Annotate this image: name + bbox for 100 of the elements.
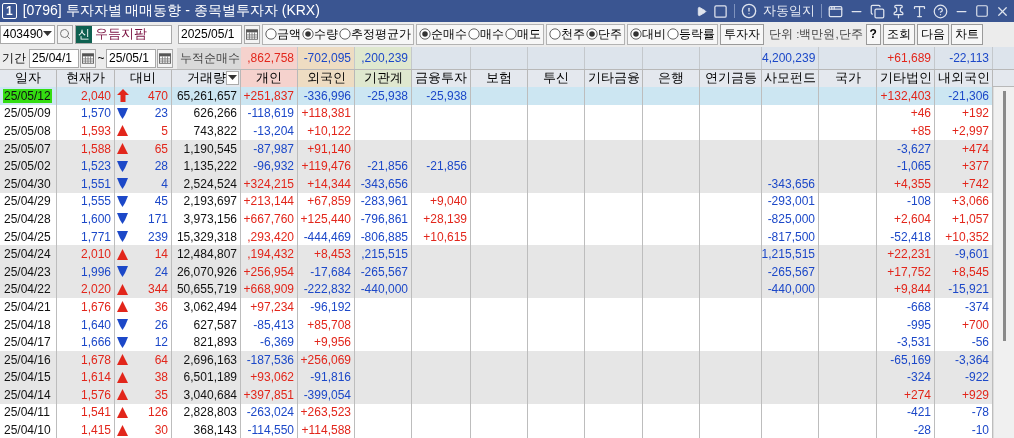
action-button[interactable]: 다음: [916, 23, 949, 45]
date-cell[interactable]: 25/04/30: [3, 176, 52, 191]
scroll-thumb[interactable]: [1002, 91, 1006, 341]
search-button[interactable]: [57, 24, 73, 44]
radio-label[interactable]: 추정평균가: [351, 26, 411, 42]
radio-label[interactable]: 금액: [277, 26, 301, 42]
pin-icon[interactable]: [891, 3, 906, 19]
radio-label[interactable]: 수량: [314, 26, 338, 42]
radio-button[interactable]: [630, 28, 642, 40]
column-header[interactable]: 사모펀드: [762, 70, 819, 87]
auto-log-link[interactable]: 자동일지: [763, 2, 815, 20]
volume-cell: 3,973,156: [172, 210, 241, 228]
radio-label[interactable]: 천주: [561, 26, 585, 42]
radio-button[interactable]: [549, 28, 561, 40]
calendar-button[interactable]: [80, 48, 96, 68]
square-icon[interactable]: [713, 3, 728, 19]
radio-label[interactable]: 대비: [642, 26, 666, 42]
column-header[interactable]: 외국인: [298, 70, 355, 87]
date-cell[interactable]: 25/05/09: [3, 106, 52, 121]
date-cell[interactable]: 25/04/17: [3, 335, 52, 350]
change-value: 5: [161, 124, 168, 138]
date-cell[interactable]: 25/05/12: [3, 88, 52, 103]
change-value: 470: [147, 88, 168, 103]
column-header[interactable]: 금융투자: [412, 70, 471, 87]
type-icon[interactable]: [912, 3, 927, 19]
investor-button[interactable]: 투자자: [720, 23, 764, 45]
radio-button[interactable]: [468, 28, 480, 40]
table-cell: -336,996: [298, 87, 355, 105]
date-cell[interactable]: 25/04/18: [3, 317, 52, 332]
radio-label[interactable]: 등락률: [679, 26, 715, 42]
column-header[interactable]: 기타금융: [585, 70, 643, 87]
calendar-button[interactable]: [157, 48, 173, 68]
table-cell: ,194,432: [241, 245, 298, 263]
column-header[interactable]: 투신: [528, 70, 585, 87]
code-field[interactable]: 403490: [0, 24, 55, 44]
date-cell[interactable]: 25/04/15: [3, 370, 52, 385]
column-header[interactable]: 보험: [471, 70, 528, 87]
date-cell[interactable]: 25/04/14: [3, 387, 52, 402]
date-cell[interactable]: 25/05/07: [3, 141, 52, 156]
radio-button[interactable]: [586, 28, 598, 40]
date-cell[interactable]: 25/04/25: [3, 229, 52, 244]
date-cell[interactable]: 25/04/24: [3, 247, 52, 262]
window-icon[interactable]: [828, 3, 843, 19]
column-header[interactable]: 거래량: [172, 70, 241, 87]
date-cell[interactable]: 25/05/08: [3, 124, 52, 138]
stock-field[interactable]: 신 우듬지팜: [75, 24, 172, 44]
column-header[interactable]: 내외국인: [935, 70, 993, 87]
date-cell[interactable]: 25/04/22: [3, 282, 52, 297]
radio-button[interactable]: [265, 28, 277, 40]
column-header[interactable]: 기관계: [355, 70, 412, 87]
date-cell[interactable]: 25/04/21: [3, 299, 52, 314]
summary-cell: ,862,758: [241, 47, 298, 69]
radio-button[interactable]: [505, 28, 517, 40]
radio-label[interactable]: 매도: [517, 26, 541, 42]
radio-button[interactable]: [419, 28, 431, 40]
date-cell[interactable]: 25/04/11: [3, 405, 51, 420]
date-cell[interactable]: 25/04/10: [3, 423, 52, 438]
date-cell[interactable]: 25/05/02: [3, 159, 52, 174]
help-button[interactable]: ?: [865, 23, 881, 45]
table-cell: -399,054: [298, 386, 355, 404]
change-value: 126: [147, 405, 168, 420]
copy-icon[interactable]: [870, 3, 885, 19]
dropdown-button[interactable]: [226, 71, 239, 85]
column-header[interactable]: 현재가: [57, 70, 115, 87]
maximize-icon[interactable]: [975, 4, 989, 18]
end-date-field[interactable]: 25/05/1: [106, 48, 156, 68]
column-header[interactable]: 연기금등: [700, 70, 762, 87]
column-header[interactable]: 은행: [643, 70, 700, 87]
date-cell[interactable]: 25/04/28: [3, 211, 52, 226]
action-button[interactable]: 차트: [950, 23, 983, 45]
column-header[interactable]: 국가: [819, 70, 877, 87]
calendar-icon: [82, 52, 94, 64]
calendar-button[interactable]: [244, 24, 260, 44]
table-cell: +8,453: [298, 245, 355, 263]
scrollbar[interactable]: [993, 87, 1014, 438]
radio-button[interactable]: [302, 28, 314, 40]
radio-button[interactable]: [339, 28, 351, 40]
start-date-field[interactable]: 25/04/1: [29, 48, 79, 68]
date-cell[interactable]: 25/04/23: [3, 264, 52, 279]
price-cell: 1,576: [57, 386, 115, 404]
radio-label[interactable]: 순매수: [431, 26, 467, 42]
column-header[interactable]: 일자: [0, 70, 57, 87]
column-header[interactable]: 개인: [241, 70, 298, 87]
date-cell[interactable]: 25/04/29: [3, 194, 52, 209]
help-icon[interactable]: [933, 3, 948, 19]
table-cell: -114,550: [241, 421, 298, 438]
radio-label[interactable]: 매수: [480, 26, 504, 42]
action-button[interactable]: 조회: [882, 23, 915, 45]
column-header[interactable]: 대비: [115, 70, 172, 87]
play-icon[interactable]: [696, 5, 707, 17]
volume-cell: 2,524,524: [172, 174, 241, 193]
table-cell: -187,536: [241, 350, 298, 369]
radio-label[interactable]: 단주: [598, 26, 622, 42]
table-cell: +97,234: [241, 298, 298, 316]
alert-icon[interactable]: [741, 3, 757, 19]
column-header[interactable]: 기타법인: [877, 70, 935, 87]
radio-button[interactable]: [667, 28, 679, 40]
price-cell: 1,551: [57, 174, 115, 193]
date-cell[interactable]: 25/04/16: [3, 352, 52, 367]
date-field[interactable]: 2025/05/1: [178, 24, 242, 44]
